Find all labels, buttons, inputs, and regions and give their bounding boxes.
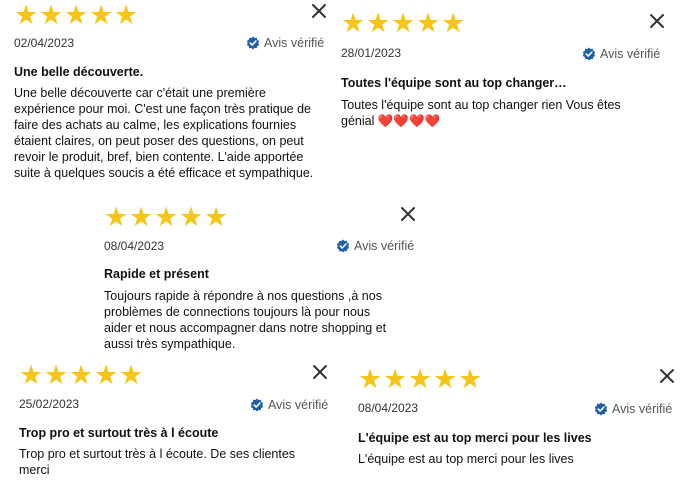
- verified-badge-icon: [336, 239, 350, 253]
- review-body: Une belle découverte car c'était une pre…: [14, 86, 314, 180]
- verified-label: Avis vérifié: [264, 36, 325, 50]
- star-icon: ★: [14, 0, 39, 30]
- verified-label: Avis vérifié: [354, 239, 415, 253]
- star-icon: ★: [391, 8, 416, 38]
- close-icon[interactable]: [399, 205, 417, 223]
- star-icon: ★: [366, 8, 391, 38]
- review-date: 02/04/2023: [14, 36, 75, 50]
- review-date: 25/02/2023: [19, 397, 80, 411]
- review-card: ★ ★ ★ ★ ★ 08/04/2023 Avis vérifié L'équi…: [358, 360, 688, 488]
- verified-badge: Avis vérifié: [582, 47, 660, 61]
- verified-badge: Avis vérifié: [246, 36, 324, 50]
- star-icon: ★: [358, 364, 383, 394]
- review-date: 28/01/2023: [341, 46, 402, 60]
- close-icon[interactable]: [658, 367, 676, 385]
- review-title: Rapide et présent: [104, 267, 209, 281]
- review-card: ★ ★ ★ ★ ★ 02/04/2023 Avis vérifié Une be…: [14, 0, 334, 200]
- verified-label: Avis vérifié: [600, 47, 661, 61]
- verified-badge-icon: [246, 36, 260, 50]
- review-card: ★ ★ ★ ★ ★ 25/02/2023 Avis vérifié Trop p…: [19, 360, 339, 488]
- star-icon: ★: [154, 202, 179, 232]
- star-icon: ★: [433, 364, 458, 394]
- star-icon: ★: [44, 360, 69, 390]
- star-icon: ★: [39, 0, 64, 30]
- star-rating: ★ ★ ★ ★ ★: [104, 202, 229, 232]
- review-body: L'équipe est au top merci pour les lives: [358, 452, 574, 466]
- review-title: Trop pro et surtout très à l écoute: [19, 426, 219, 440]
- verified-badge: Avis vérifié: [250, 398, 328, 412]
- review-body: Trop pro et surtout très à l écoute. De …: [19, 447, 296, 477]
- review-title: L'équipe est au top merci pour les lives: [358, 431, 592, 445]
- review-card: ★ ★ ★ ★ ★ 08/04/2023 Avis vérifié Rapide…: [104, 200, 424, 352]
- star-icon: ★: [104, 202, 129, 232]
- star-rating: ★ ★ ★ ★ ★: [358, 364, 483, 394]
- star-icon: ★: [114, 0, 139, 30]
- verified-badge: Avis vérifié: [336, 239, 414, 253]
- review-date: 08/04/2023: [358, 401, 419, 415]
- review-title: Une belle découverte.: [14, 65, 144, 79]
- star-icon: ★: [179, 202, 204, 232]
- close-icon[interactable]: [311, 363, 329, 381]
- review-title: Toutes l'équipe sont au top changer…: [341, 76, 567, 90]
- star-icon: ★: [64, 0, 89, 30]
- verified-badge-icon: [594, 402, 608, 416]
- star-icon: ★: [119, 360, 144, 390]
- verified-badge-icon: [582, 47, 596, 61]
- star-icon: ★: [458, 364, 483, 394]
- star-rating: ★ ★ ★ ★ ★: [14, 0, 139, 30]
- verified-badge: Avis vérifié: [594, 402, 672, 416]
- verified-label: Avis vérifié: [268, 398, 329, 412]
- star-icon: ★: [441, 8, 466, 38]
- verified-label: Avis vérifié: [612, 402, 673, 416]
- star-icon: ★: [89, 0, 114, 30]
- review-card: ★ ★ ★ ★ ★ 28/01/2023 Avis vérifié Toutes…: [341, 0, 671, 140]
- star-icon: ★: [408, 364, 433, 394]
- star-icon: ★: [416, 8, 441, 38]
- verified-badge-icon: [250, 398, 264, 412]
- star-icon: ★: [19, 360, 44, 390]
- star-icon: ★: [129, 202, 154, 232]
- review-body: Toujours rapide à répondre à nos questio…: [104, 289, 387, 351]
- star-rating: ★ ★ ★ ★ ★: [19, 360, 144, 390]
- star-icon: ★: [94, 360, 119, 390]
- star-rating: ★ ★ ★ ★ ★: [341, 8, 466, 38]
- review-body: Toutes l'équipe sont au top changer rien…: [341, 98, 621, 128]
- star-icon: ★: [383, 364, 408, 394]
- star-icon: ★: [341, 8, 366, 38]
- close-icon[interactable]: [648, 12, 666, 30]
- review-date: 08/04/2023: [104, 239, 165, 253]
- star-icon: ★: [69, 360, 94, 390]
- close-icon[interactable]: [310, 2, 328, 20]
- star-icon: ★: [204, 202, 229, 232]
